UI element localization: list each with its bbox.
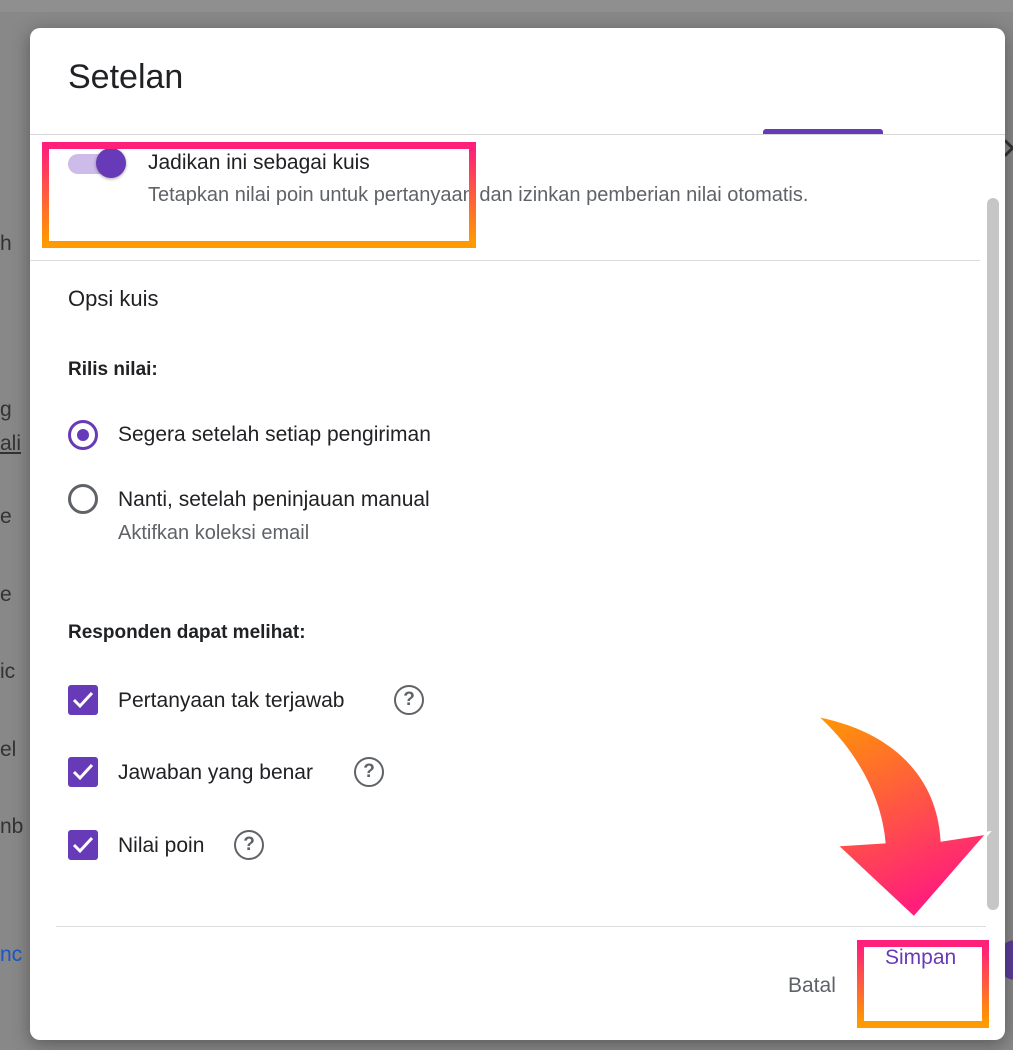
background-text: h <box>0 232 12 255</box>
background-text: e <box>0 583 12 606</box>
radio-later-label[interactable]: Nanti, setelah peninjauan manual <box>118 488 430 512</box>
checkbox-point-values-label[interactable]: Nilai poin <box>118 834 204 858</box>
radio-immediately[interactable] <box>68 420 98 450</box>
radio-later-sublabel: Aktifkan koleksi email <box>118 522 310 544</box>
release-grade-label: Rilis nilai: <box>68 359 158 380</box>
radio-later[interactable] <box>68 484 98 514</box>
checkbox-point-values[interactable] <box>68 830 98 860</box>
background-text: nc <box>0 943 23 966</box>
section-divider <box>30 260 980 261</box>
background-text: ali <box>0 432 22 455</box>
arrow-icon <box>810 712 992 921</box>
highlight-box <box>857 940 989 1028</box>
highlight-box <box>42 142 476 248</box>
respondent-can-see-label: Responden dapat melihat: <box>68 622 306 643</box>
checkbox-missed-questions-label[interactable]: Pertanyaan tak terjawab <box>118 689 344 713</box>
background-text: el <box>0 738 17 761</box>
footer-divider <box>56 926 986 927</box>
help-icon[interactable]: ? <box>234 830 264 860</box>
checkbox-correct-answers[interactable] <box>68 757 98 787</box>
cancel-button[interactable]: Batal <box>788 974 836 998</box>
help-icon[interactable]: ? <box>394 685 424 715</box>
checkbox-missed-questions[interactable] <box>68 685 98 715</box>
help-icon[interactable]: ? <box>354 757 384 787</box>
background-text: ic <box>0 660 16 683</box>
background-text: g <box>0 398 12 421</box>
background-text: nb <box>0 815 24 838</box>
checkbox-correct-answers-label[interactable]: Jawaban yang benar <box>118 761 313 785</box>
radio-immediately-label[interactable]: Segera setelah setiap pengiriman <box>118 423 431 447</box>
dialog-title: Setelan <box>68 58 184 96</box>
background-text: e <box>0 505 12 528</box>
quiz-options-title: Opsi kuis <box>68 286 159 311</box>
